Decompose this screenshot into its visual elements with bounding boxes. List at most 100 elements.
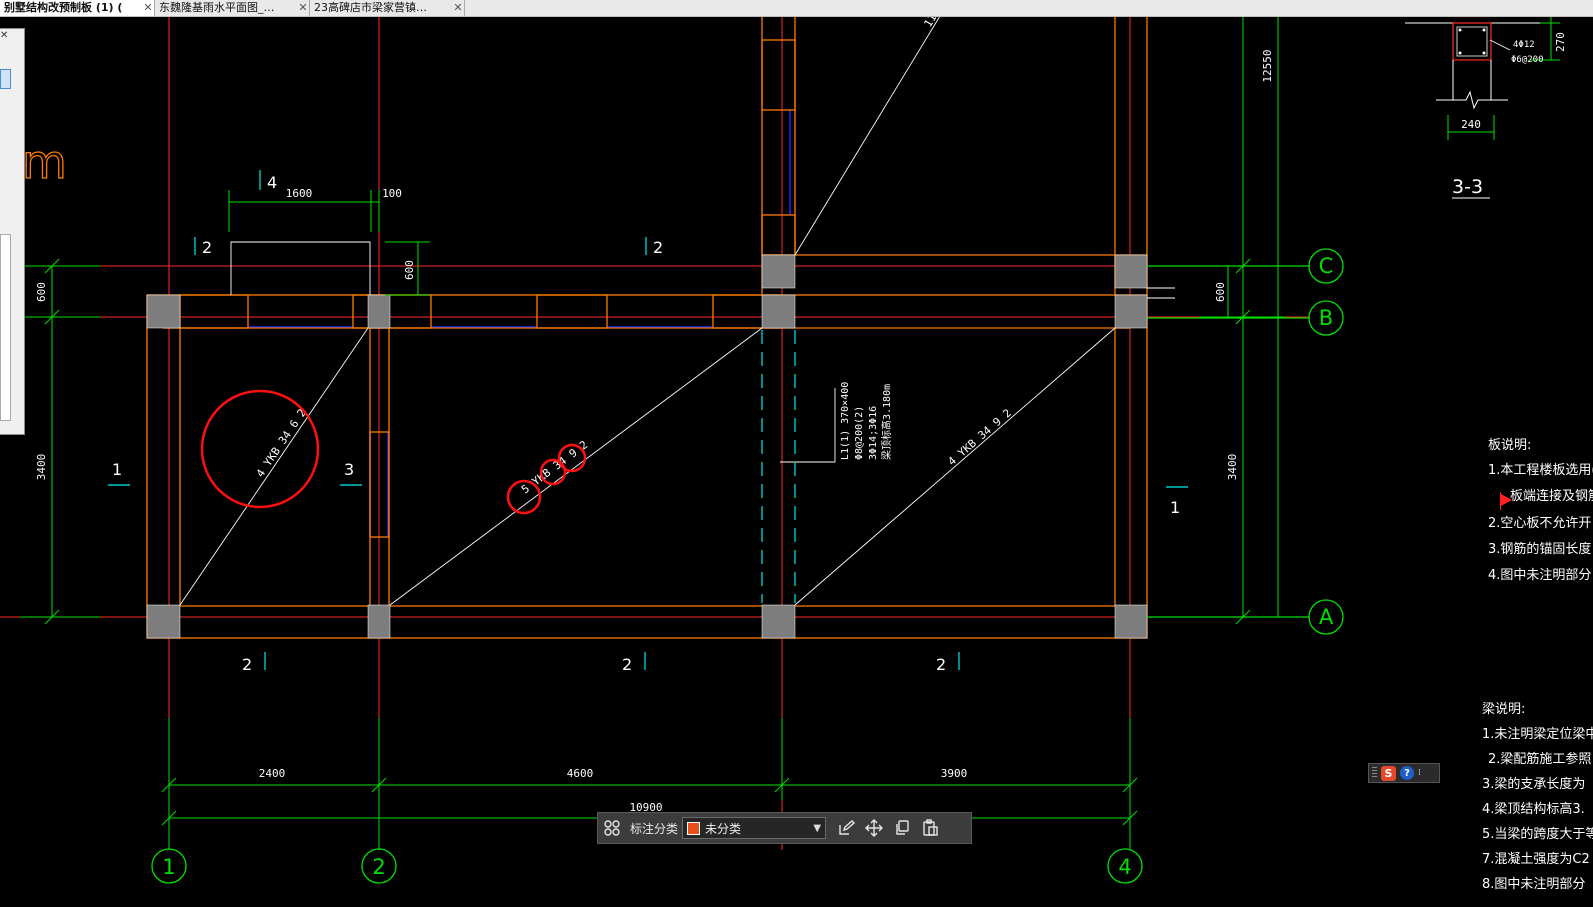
- section-mark-3: 3: [344, 460, 354, 479]
- dim-text-3900: 3900: [941, 767, 968, 780]
- beam-note-line4: 梁顶标高3.180m: [880, 384, 893, 460]
- detail-rebar-label-1: 4Φ12: [1513, 40, 1535, 50]
- edit-icon[interactable]: [832, 814, 860, 842]
- section-mark-4: 4: [267, 173, 277, 192]
- slab-note-item: 3.钢筋的锚固长度: [1488, 541, 1591, 557]
- slab-note-item: 4.图中未注明部分: [1488, 568, 1591, 583]
- tab-label: 东魏隆基雨水平面图_…: [159, 1, 275, 14]
- category-color-swatch: [687, 821, 701, 835]
- annotation-toolbar: 标注分类 未分类 ▼: [597, 812, 972, 844]
- slab-note-item: 2.空心板不允许开: [1488, 515, 1591, 531]
- column: [1114, 254, 1148, 289]
- slab-note-item: 1.本工程楼板选用(: [1488, 463, 1593, 478]
- slab-notes-title: 板说明:: [1488, 438, 1531, 453]
- section-mark-1a: 1: [112, 460, 122, 479]
- tab-label: 别墅结构改预制板 (1) (: [4, 1, 123, 14]
- detail-rebar: [1458, 51, 1462, 55]
- annotation-category-select[interactable]: 未分类 ▼: [682, 817, 827, 839]
- chevron-down-icon: ▼: [813, 822, 822, 834]
- column: [367, 294, 391, 329]
- ime-logo-icon[interactable]: S: [1381, 765, 1396, 781]
- dim-text-240: 240: [1461, 118, 1481, 131]
- dim-text-1600: 1600: [286, 187, 313, 200]
- beam-note-item: 5.当梁的跨度大于等: [1482, 826, 1593, 842]
- section-mark-2c: 2: [242, 655, 252, 674]
- column: [1114, 294, 1148, 329]
- close-icon[interactable]: ✕: [142, 0, 154, 16]
- column: [367, 604, 391, 639]
- axis-label-4: 4: [1118, 855, 1131, 879]
- detail-rebar: [1482, 51, 1486, 55]
- paste-icon-svg: [923, 819, 938, 836]
- category-value: 未分类: [705, 821, 742, 836]
- slab-note-item: 板端连接及钢筋: [1510, 488, 1593, 504]
- dim-text-3400-left: 3400: [35, 454, 48, 481]
- column: [146, 294, 181, 329]
- move-icon[interactable]: [860, 814, 888, 842]
- copy-icon-svg: [896, 820, 909, 835]
- dim-text-600-left: 600: [35, 282, 48, 302]
- axis-label-a: A: [1319, 605, 1334, 629]
- tab-document-1[interactable]: 别墅结构改预制板 (1) ( ✕: [0, 0, 155, 16]
- flag-marker-icon[interactable]: [1501, 494, 1512, 506]
- edit-icon-svg: [839, 820, 856, 835]
- beam-note-item: 3.梁的支承长度为: [1482, 776, 1585, 792]
- axis-label-2: 2: [372, 855, 385, 879]
- drag-handle-icon[interactable]: [1372, 767, 1377, 779]
- tab-document-3[interactable]: 23高碑店市梁家营镇… ✕: [310, 0, 465, 16]
- dim-text-270: 270: [1554, 32, 1567, 52]
- copy-icon[interactable]: [888, 814, 916, 842]
- grid-icon-svg: [604, 820, 620, 836]
- close-icon[interactable]: ✕: [297, 0, 309, 16]
- canvas-background: [0, 0, 1593, 907]
- beam-note-line1: L1(1) 370×400: [840, 382, 851, 460]
- beam-note-line3: 3Φ14;3Φ16: [868, 406, 879, 460]
- panel-button[interactable]: [0, 69, 11, 89]
- column: [761, 604, 796, 639]
- ime-status-bar: S ? ⁞: [1368, 763, 1440, 783]
- section-mark-2b: 2: [653, 238, 663, 257]
- beam-note-item: 8.图中未注明部分: [1482, 877, 1585, 892]
- panel-list[interactable]: [0, 234, 11, 421]
- beam-note-line2: Φ8@200(2): [854, 406, 865, 460]
- annotation-category-label: 标注分类: [630, 821, 679, 836]
- column: [146, 604, 181, 639]
- dim-text-600-right: 600: [1214, 282, 1227, 302]
- beam-note-item: 7.混凝土强度为C2: [1482, 851, 1590, 867]
- column: [1114, 604, 1148, 639]
- detail-rebar: [1458, 28, 1462, 32]
- left-dock-panel: ✕: [0, 28, 25, 435]
- axis-label-1: 1: [162, 855, 175, 879]
- detail-title: 3-3: [1452, 176, 1483, 198]
- cad-drawing-canvas[interactable]: C B A 1 2 4 2400 4600 3900 10900 1600 10…: [0, 0, 1593, 907]
- beam-note-item: 1.未注明梁定位梁中: [1482, 727, 1593, 742]
- axis-label-b: B: [1319, 306, 1333, 330]
- axis-label-c: C: [1319, 254, 1334, 278]
- document-tab-bar: 别墅结构改预制板 (1) ( ✕ 东魏隆基雨水平面图_… ✕ 23高碑店市梁家营…: [0, 0, 1593, 17]
- section-mark-2a: 2: [202, 238, 212, 257]
- column: [761, 254, 796, 289]
- partial-text-m: m: [22, 135, 67, 189]
- dim-text-4600: 4600: [567, 767, 594, 780]
- more-icon[interactable]: ⁞: [1418, 768, 1421, 778]
- dim-text-2400: 2400: [259, 767, 286, 780]
- detail-rebar: [1482, 28, 1486, 32]
- close-icon[interactable]: ✕: [0, 31, 8, 41]
- tab-label: 23高碑店市梁家营镇…: [314, 1, 427, 14]
- help-icon[interactable]: ?: [1400, 766, 1414, 780]
- grid-icon[interactable]: [598, 814, 626, 842]
- move-icon-svg: [865, 819, 884, 837]
- close-icon[interactable]: ✕: [452, 0, 464, 16]
- dim-text-600-mid: 600: [403, 260, 416, 280]
- section-mark-2d: 2: [622, 655, 632, 674]
- beam-note-item: 2.梁配筋施工参照: [1488, 751, 1591, 767]
- dim-text-12550: 12550: [1261, 49, 1274, 82]
- dim-text-100: 100: [382, 187, 402, 200]
- paste-icon[interactable]: [916, 814, 944, 842]
- beam-notes-title: 梁说明:: [1482, 702, 1525, 717]
- beam-note-item: 4.梁顶结构标高3.: [1482, 801, 1585, 817]
- tab-document-2[interactable]: 东魏隆基雨水平面图_… ✕: [155, 0, 310, 16]
- section-mark-1b: 1: [1170, 498, 1180, 517]
- column: [761, 294, 796, 329]
- detail-rebar-label-2: Φ6@200: [1511, 55, 1544, 65]
